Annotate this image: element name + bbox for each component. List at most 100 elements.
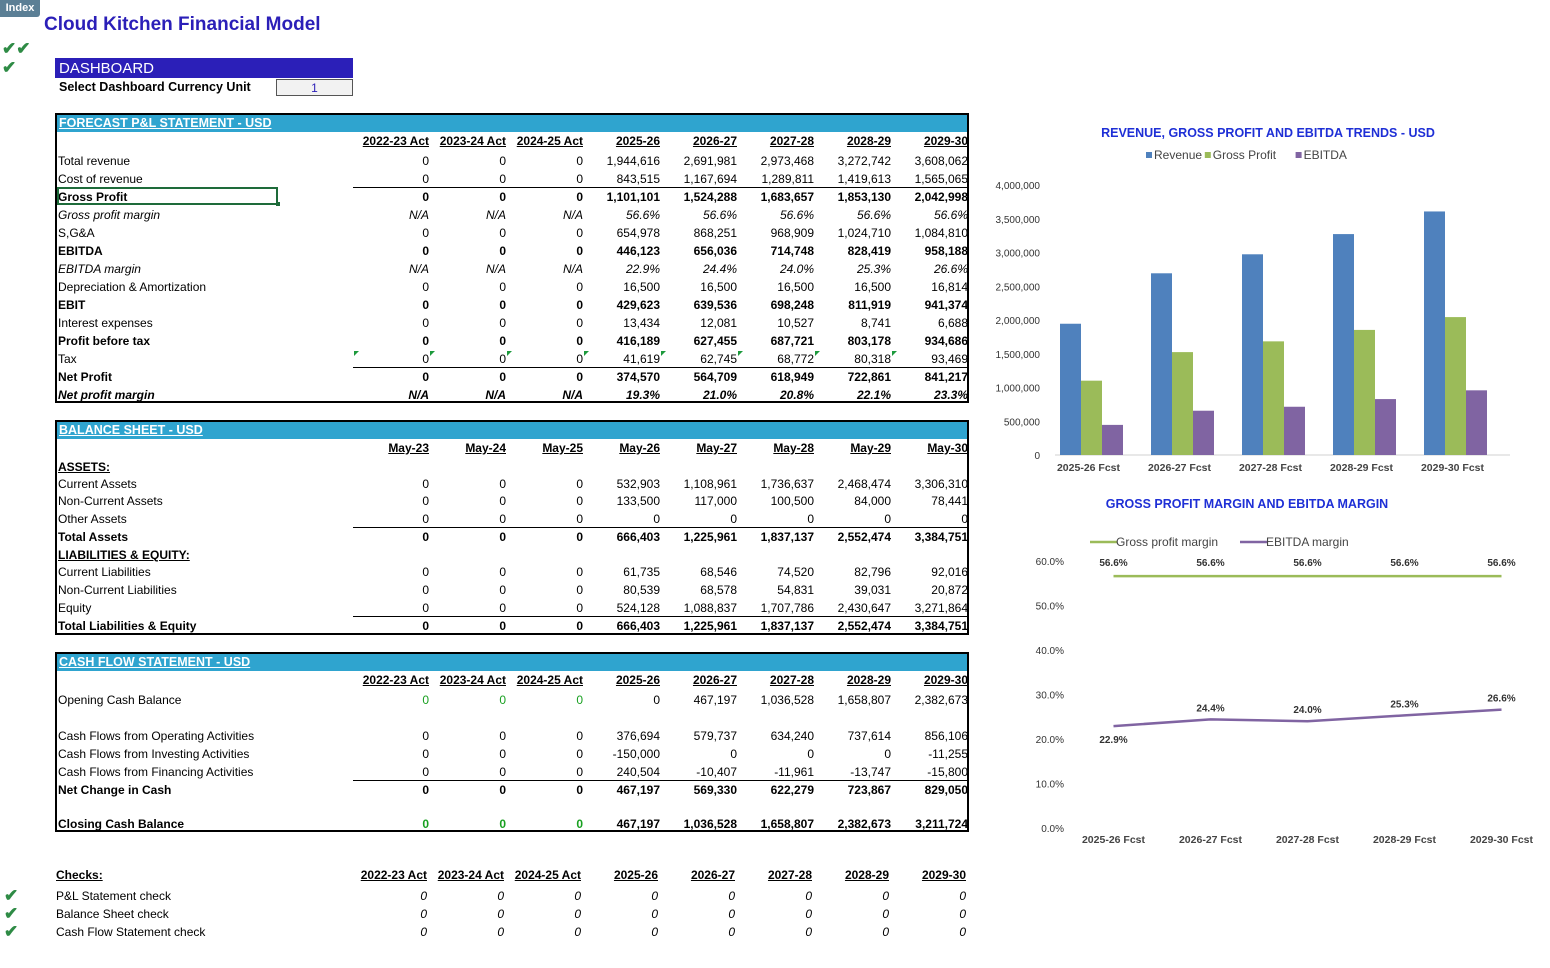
cf-cell: 1,036,528	[683, 817, 737, 831]
bs-cell: 0	[499, 530, 506, 544]
pl-row-label: Gross profit margin	[58, 208, 161, 222]
bar-revenue	[1060, 323, 1081, 455]
error-indicator-icon	[507, 351, 512, 356]
cf-column-header: 2026-27	[692, 673, 737, 687]
bs-cell: 39,031	[854, 583, 891, 597]
checks-cell: 0	[805, 889, 812, 903]
checks-cell: 0	[728, 889, 735, 903]
pl-column-header: 2023-24 Act	[439, 134, 506, 148]
checks-cell: 0	[497, 889, 504, 903]
bs-cell: 0	[807, 512, 814, 526]
cf-row: Opening Cash Balance 0 0 0 0 467,197 1,036,528…	[57, 691, 968, 709]
pl-cell: 0	[422, 172, 429, 186]
y-tick-label: 3,000,000	[996, 249, 1041, 260]
pl-cell: 0	[422, 190, 429, 204]
pl-cell: 0	[422, 244, 429, 258]
checks-column-header: 2026-27	[690, 868, 735, 882]
pl-row: Tax 0 0 0 41,619 62,745 68,772 80,318 93,469	[57, 350, 968, 368]
bs-cell: 0	[499, 583, 506, 597]
pl-row: Cost of revenue 0 0 0 843,515 1,167,694 1,289,…	[57, 170, 968, 188]
pl-cell: 0	[499, 154, 506, 168]
pl-cell: 811,919	[848, 298, 891, 312]
data-label: 56.6%	[1099, 558, 1127, 569]
bs-cell: 82,796	[854, 565, 891, 579]
cf-row-label: Cash Flows from Operating Activities	[58, 729, 255, 743]
bs-cell: 61,735	[623, 565, 660, 579]
checks-row-label: Cash Flow Statement check	[56, 925, 206, 939]
pl-cell: 41,619	[623, 352, 660, 366]
cf-row-label: Opening Cash Balance	[58, 693, 182, 707]
bs-column-header: May-28	[773, 441, 814, 455]
pl-row: S,G&A 0 0 0 654,978 868,251 968,909 1,024,710 1,…	[57, 224, 968, 242]
pl-cell: 803,178	[847, 334, 891, 348]
y-tick-label: 2,500,000	[996, 282, 1041, 293]
page-title: Cloud Kitchen Financial Model	[44, 14, 321, 35]
bs-cell: 666,403	[616, 619, 660, 633]
cf-cell: 569,330	[693, 783, 737, 797]
pl-header: FORECAST P&L STATEMENT - USD	[57, 115, 967, 132]
x-tick-label: 2026-27 Fcst	[1179, 834, 1243, 846]
pl-cell: 1,944,616	[606, 154, 660, 168]
bar-gross-profit	[1354, 329, 1375, 455]
checks-cell: 0	[497, 925, 504, 939]
data-label: 25.3%	[1390, 699, 1418, 710]
cf-cell: 0	[422, 817, 429, 831]
pl-cell: 80,318	[854, 352, 891, 366]
checks-column-header: 2028-29	[844, 868, 889, 882]
y-tick-label: 40.0%	[1036, 646, 1064, 657]
y-tick-label: 3,500,000	[996, 215, 1041, 226]
pl-row-label: Net profit margin	[58, 388, 155, 402]
bs-cell: 2,552,474	[837, 619, 891, 633]
pl-cell: 1,683,657	[760, 190, 814, 204]
bs-cell: 74,520	[777, 565, 814, 579]
bs-cell: 524,128	[616, 601, 660, 615]
pl-cell: 16,500	[700, 280, 737, 294]
x-tick-label: 2026-27 Fcst	[1148, 462, 1212, 474]
cf-column-header: 2027-28	[769, 673, 814, 687]
cf-cell: 0	[499, 693, 506, 707]
bs-row: Total Liabilities & Equity 0 0 0 666,403 1,22…	[57, 617, 968, 635]
pl-cell: 1,024,710	[837, 226, 891, 240]
pl-cell: 0	[422, 370, 429, 384]
checks-cell: 0	[574, 889, 581, 903]
y-tick-label: 50.0%	[1036, 602, 1064, 613]
pl-cell: 0	[499, 244, 506, 258]
pl-cell: 0	[499, 280, 506, 294]
bs-cell: 84,000	[854, 494, 891, 508]
checks-cell: 0	[420, 889, 427, 903]
cf-row: Closing Cash Balance 0 0 0 467,197 1,036,528 1…	[57, 815, 968, 833]
pl-cell: 841,217	[924, 370, 968, 384]
pl-column-header: 2025-26	[615, 134, 660, 148]
pl-cell: 3,608,062	[914, 154, 968, 168]
pl-cell: 722,861	[847, 370, 891, 384]
bs-column-header: May-30	[927, 441, 968, 455]
pl-column-header: 2024-25 Act	[516, 134, 583, 148]
cf-cell: 579,737	[693, 729, 737, 743]
y-tick-label: 4,000,000	[996, 181, 1041, 192]
pl-cell: 429,623	[616, 298, 660, 312]
pl-row-label: Cost of revenue	[58, 172, 143, 186]
bs-row-label: Current Assets	[58, 477, 137, 491]
currency-unit-input[interactable]: 1	[276, 79, 353, 96]
legend-label: Gross profit margin	[1116, 535, 1218, 549]
pl-cell: 654,978	[616, 226, 660, 240]
index-tab[interactable]: Index	[0, 0, 40, 17]
bar-ebitda	[1284, 406, 1305, 455]
pl-cell: 0	[576, 154, 583, 168]
check-icon: ✔	[4, 886, 19, 905]
pl-cell: 10,527	[777, 316, 814, 330]
pl-cell: 16,500	[777, 280, 814, 294]
checks-column-header: 2025-26	[613, 868, 658, 882]
pl-cell: 24.4%	[702, 262, 737, 276]
cf-column-header: 2022-23 Act	[362, 673, 429, 687]
error-indicator-icon	[354, 351, 359, 356]
pl-cell: 68,772	[777, 352, 814, 366]
pl-column-header: 2022-23 Act	[362, 134, 429, 148]
pl-cell: 627,455	[693, 334, 737, 348]
pl-cell: 25.3%	[856, 262, 891, 276]
cf-cell: 1,658,807	[760, 817, 814, 831]
check-icon: ✔✔	[2, 39, 31, 58]
bs-row: Non-Current Liabilities 0 0 0 80,539 68,578 54…	[57, 581, 968, 599]
legend-swatch	[1146, 152, 1152, 158]
bs-cell: 133,500	[616, 494, 660, 508]
